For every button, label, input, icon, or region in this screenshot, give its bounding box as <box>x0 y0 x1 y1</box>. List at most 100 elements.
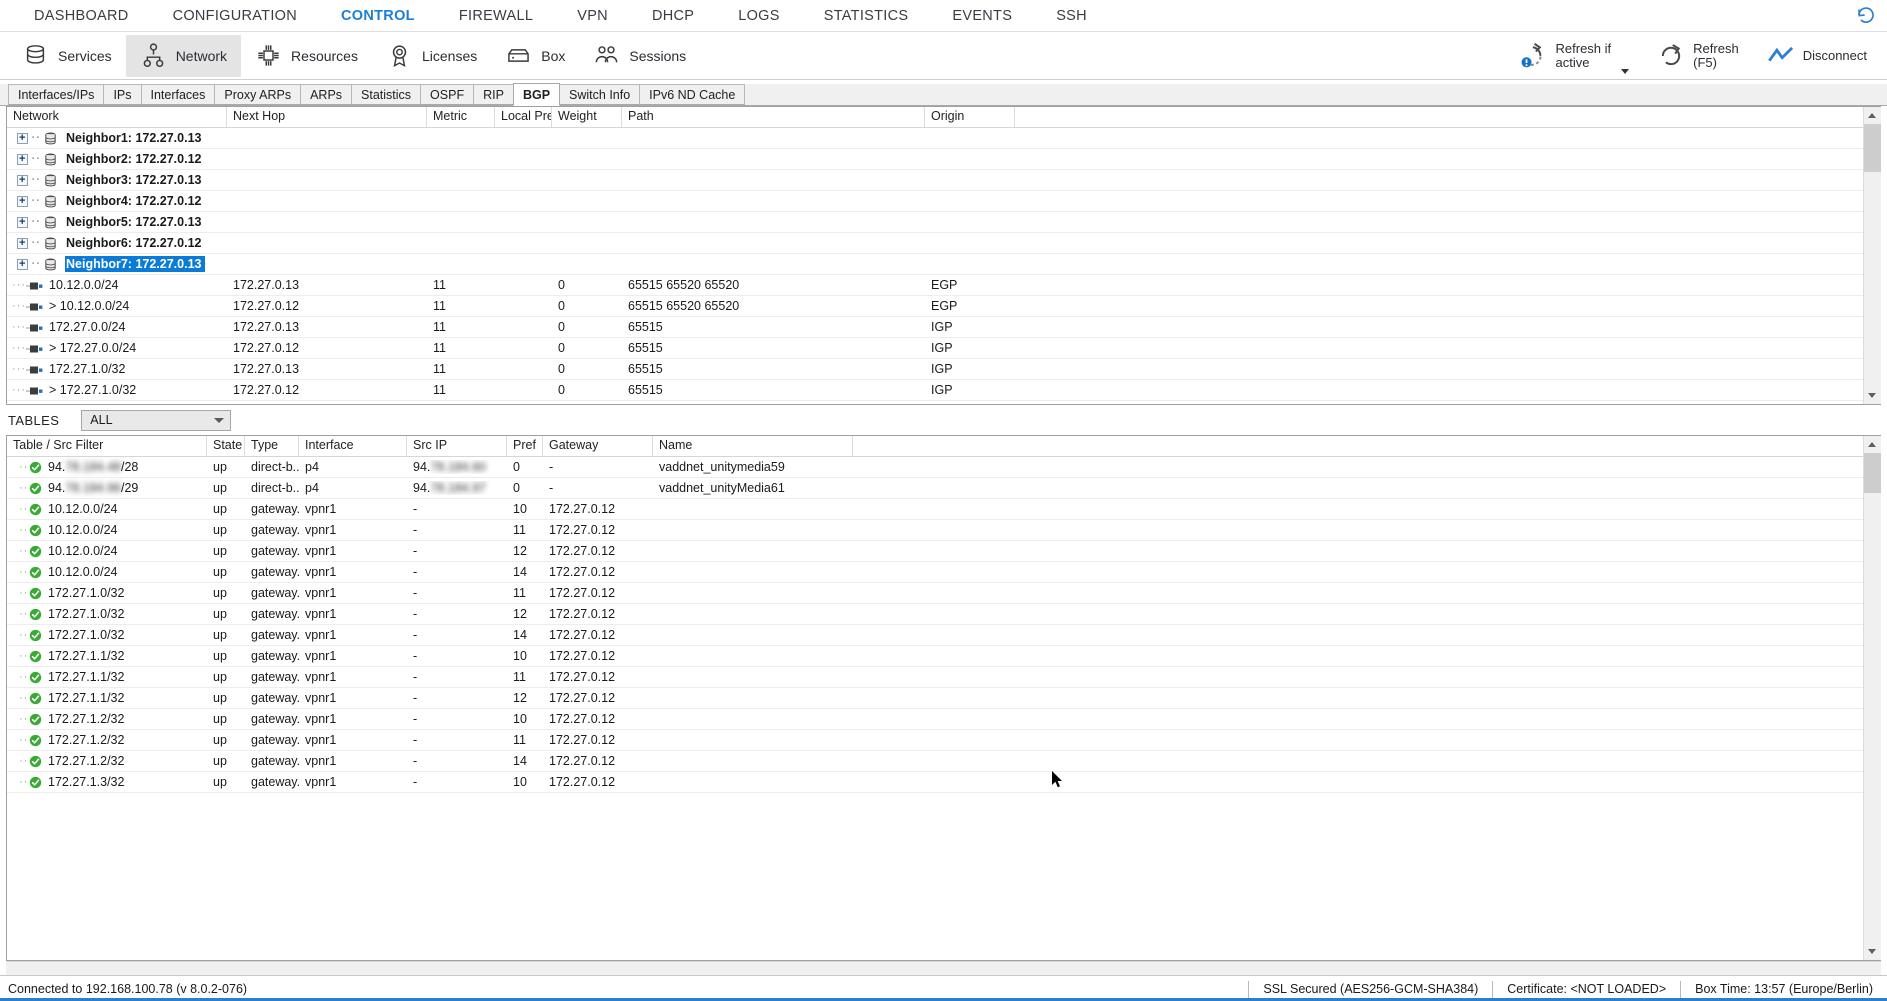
bgp-route-row[interactable]: ··· > 10.12.0.0/24 172.27.0.12 11 0 65515 655… <box>7 296 1880 317</box>
column-header-local-pref[interactable]: Local Pref <box>495 107 552 127</box>
table-row[interactable]: ·· 172.27.1.0/32 up gateway... vpnr1 - 14 172.2… <box>7 625 1880 646</box>
expand-plus-icon[interactable]: + <box>16 153 28 165</box>
subtab-ipv6-nd-cache[interactable]: IPv6 ND Cache <box>639 84 746 105</box>
table-row[interactable]: ·· 172.27.1.0/32 up gateway... vpnr1 - 11 172.2… <box>7 583 1880 604</box>
subtab-statistics[interactable]: Statistics <box>351 84 422 105</box>
toolbar-button-box[interactable]: Box <box>491 35 579 77</box>
menu-item-control[interactable]: CONTROL <box>319 8 437 24</box>
column-header-gateway[interactable]: Gateway <box>543 436 653 456</box>
column-header-state[interactable]: State <box>207 436 245 456</box>
menu-item-configuration[interactable]: CONFIGURATION <box>151 8 319 24</box>
dropdown-caret-icon[interactable] <box>1621 69 1630 74</box>
table-row[interactable]: ·· 10.12.0.0/24 up gateway... vpnr1 - 12 172.27… <box>7 541 1880 562</box>
menu-item-dhcp[interactable]: DHCP <box>630 8 716 24</box>
subtab-interfaces[interactable]: Interfaces <box>140 84 216 105</box>
scroll-down-arrow-icon[interactable] <box>1863 943 1881 960</box>
column-header-name[interactable]: Name <box>653 436 853 456</box>
column-header-metric[interactable]: Metric <box>427 107 495 127</box>
column-header-weight[interactable]: Weight <box>552 107 622 127</box>
table-row[interactable]: ·· 10.12.0.0/24 up gateway... vpnr1 - 11 172.27… <box>7 520 1880 541</box>
column-header-path[interactable]: Path <box>622 107 925 127</box>
toolbar-button-services[interactable]: Services <box>8 35 126 77</box>
menu-item-firewall[interactable]: FIREWALL <box>437 8 555 24</box>
toolbar-button-disconnect[interactable]: Disconnect <box>1753 35 1881 77</box>
table-row[interactable]: ·· 172.27.1.1/32 up gateway... vpnr1 - 10 172.2… <box>7 646 1880 667</box>
subtab-ips[interactable]: IPs <box>103 84 142 105</box>
subtab-ospf[interactable]: OSPF <box>420 84 475 105</box>
scroll-down-arrow-icon[interactable] <box>1863 387 1881 404</box>
expand-plus-icon[interactable]: + <box>16 237 28 249</box>
bgp-scroll-thumb[interactable] <box>1863 124 1881 172</box>
bgp-neighbor-row[interactable]: + ·· Neighbor6: 172.27.0.12 <box>7 233 1880 254</box>
bgp-neighbor-row[interactable]: + ·· Neighbor1: 172.27.0.13 <box>7 128 1880 149</box>
table-row[interactable]: ·· 172.27.1.2/32 up gateway... vpnr1 - 14 172.2… <box>7 751 1880 772</box>
bgp-route-row[interactable]: ··· > 172.27.1.0/32 172.27.0.12 11 0 65515 IGP <box>7 380 1880 401</box>
bgp-route-row[interactable]: ··· 10.12.0.0/24 172.27.0.13 11 0 65515 65520… <box>7 275 1880 296</box>
column-header-table-src-filter[interactable]: Table / Src Filter <box>7 436 207 456</box>
bgp-route-row[interactable]: ··· > 172.27.0.0/24 172.27.0.12 11 0 65515 IGP <box>7 338 1880 359</box>
subtab-interfaces-ips[interactable]: Interfaces/IPs <box>8 84 105 105</box>
table-row-name-cell: ·· 94.78.184.96/29 <box>7 481 207 495</box>
expand-plus-icon[interactable]: + <box>16 258 28 270</box>
column-header-pref[interactable]: Pref <box>507 436 543 456</box>
bgp-route-row[interactable]: ··· 172.27.1.0/32 172.27.0.13 11 0 65515 IGP <box>7 359 1880 380</box>
bgp-scroll-track[interactable] <box>1863 124 1881 387</box>
tables-filter-select[interactable]: ALL <box>81 409 232 431</box>
refresh-icon[interactable] <box>1855 4 1877 26</box>
table-row[interactable]: ·· 94.78.184.48/28 up direct-b... p4 94.78.18… <box>7 457 1880 478</box>
tables-scroll-thumb[interactable] <box>1863 453 1881 493</box>
column-header-src-ip[interactable]: Src IP <box>407 436 507 456</box>
toolbar-button-refresh[interactable]: Refresh (F5) <box>1643 35 1753 77</box>
subtab-rip[interactable]: RIP <box>473 84 514 105</box>
menu-item-dashboard[interactable]: DASHBOARD <box>12 8 151 24</box>
menu-item-vpn[interactable]: VPN <box>555 8 630 24</box>
toolbar-button-resources[interactable]: Resources <box>241 35 372 77</box>
table-row[interactable]: ·· 94.78.184.96/29 up direct-b... p4 94.78.18… <box>7 478 1880 499</box>
bgp-neighbor-row[interactable]: + ·· Neighbor3: 172.27.0.13 <box>7 170 1880 191</box>
subtab-arps[interactable]: ARPs <box>300 84 353 105</box>
tables-scroll-track[interactable] <box>1863 453 1881 943</box>
table-row[interactable]: ·· 172.27.1.0/32 up gateway... vpnr1 - 12 172.2… <box>7 604 1880 625</box>
expand-plus-icon[interactable]: + <box>16 216 28 228</box>
table-row[interactable]: ·· 172.27.1.1/32 up gateway... vpnr1 - 12 172.2… <box>7 688 1880 709</box>
bgp-route-row[interactable]: ··· 172.27.0.0/24 172.27.0.13 11 0 65515 IGP <box>7 317 1880 338</box>
toolbar-button-licenses[interactable]: Licenses <box>372 35 491 77</box>
table-row[interactable]: ·· 10.12.0.0/24 up gateway... vpnr1 - 14 172.27… <box>7 562 1880 583</box>
expand-plus-icon[interactable]: + <box>16 174 28 186</box>
table-row[interactable]: ·· 172.27.1.2/32 up gateway... vpnr1 - 10 172.2… <box>7 709 1880 730</box>
subtab-proxy-arps[interactable]: Proxy ARPs <box>214 84 302 105</box>
table-row-gateway: 172.27.0.12 <box>549 670 616 684</box>
table-row[interactable]: ·· 172.27.1.2/32 up gateway... vpnr1 - 11 172.2… <box>7 730 1880 751</box>
menu-item-logs[interactable]: LOGS <box>716 8 802 24</box>
subtab-switch-info[interactable]: Switch Info <box>559 84 641 105</box>
column-header-interface[interactable]: Interface <box>299 436 407 456</box>
scroll-up-arrow-icon[interactable] <box>1863 436 1881 453</box>
bgp-neighbor-row[interactable]: + ·· Neighbor7: 172.27.0.13 <box>7 254 1880 275</box>
table-row[interactable]: ·· 172.27.1.3/32 up gateway... vpnr1 - 10 172.2… <box>7 772 1880 793</box>
bgp-neighbor-row[interactable]: + ·· Neighbor2: 172.27.0.12 <box>7 149 1880 170</box>
menu-item-ssh[interactable]: SSH <box>1034 8 1109 24</box>
tree-connector: ·· <box>19 503 29 515</box>
tables-vertical-scrollbar[interactable] <box>1863 436 1881 960</box>
subtab-bgp[interactable]: BGP <box>512 83 561 106</box>
toolbar-button-network[interactable]: Network <box>125 34 242 77</box>
expand-plus-icon[interactable]: + <box>16 195 28 207</box>
toolbar-button-refresh-if[interactable]: Refresh if active <box>1506 35 1644 77</box>
toolbar-button-sessions[interactable]: Sessions <box>579 35 700 77</box>
tables-horizontal-scrollbar[interactable] <box>6 961 1881 975</box>
table-row[interactable]: ·· 10.12.0.0/24 up gateway... vpnr1 - 10 172.27… <box>7 499 1880 520</box>
tree-indent: ··· <box>7 279 49 291</box>
column-header-network[interactable]: Network <box>7 107 227 127</box>
scroll-up-arrow-icon[interactable] <box>1863 107 1881 124</box>
column-header-origin[interactable]: Origin <box>925 107 1015 127</box>
bgp-neighbor-row[interactable]: + ·· Neighbor5: 172.27.0.13 <box>7 212 1880 233</box>
bgp-neighbor-row[interactable]: + ·· Neighbor4: 172.27.0.12 <box>7 191 1880 212</box>
bgp-vertical-scrollbar[interactable] <box>1863 107 1881 404</box>
menu-item-statistics[interactable]: STATISTICS <box>802 8 931 24</box>
menu-item-events[interactable]: EVENTS <box>930 8 1034 24</box>
expand-plus-icon[interactable]: + <box>16 132 28 144</box>
column-header-type[interactable]: Type <box>245 436 299 456</box>
column-header-next-hop[interactable]: Next Hop <box>227 107 427 127</box>
bgp-route-row[interactable]: ···172.27.1.1/32172.27.0.1311065515IGP <box>7 401 1880 404</box>
table-row[interactable]: ·· 172.27.1.1/32 up gateway... vpnr1 - 11 172.2… <box>7 667 1880 688</box>
